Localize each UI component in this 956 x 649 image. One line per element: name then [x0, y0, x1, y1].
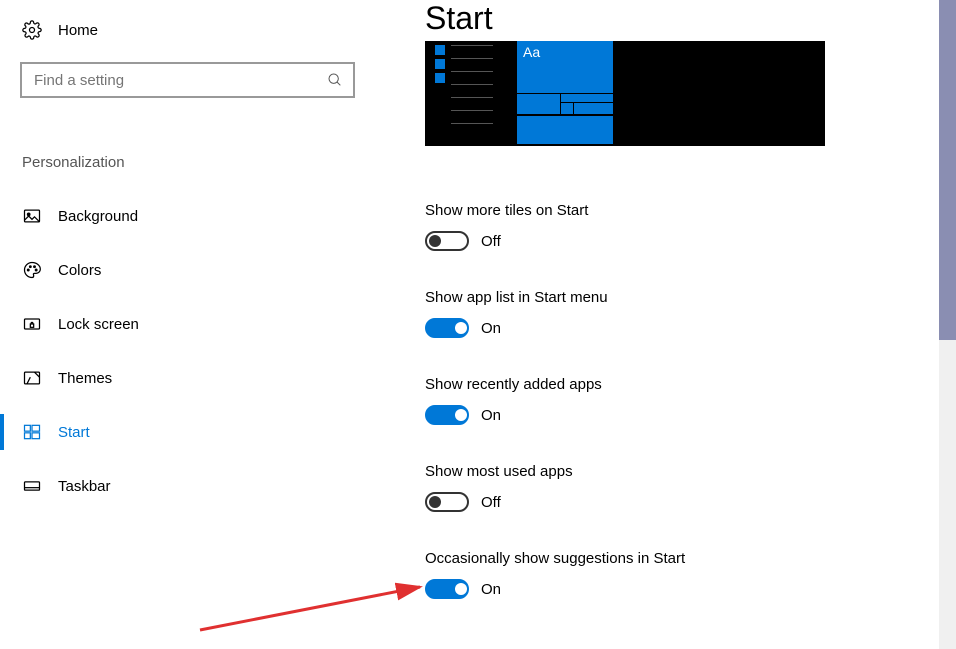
- toggle-state: On: [481, 320, 501, 337]
- setting-suggestions: Occasionally show suggestions in Start O…: [425, 550, 956, 599]
- sidebar-item-label: Start: [58, 424, 90, 441]
- sidebar-item-label: Colors: [58, 262, 101, 279]
- sidebar-item-background[interactable]: Background: [0, 189, 375, 243]
- page-title: Start: [425, 0, 956, 37]
- toggle-most-used[interactable]: [425, 492, 469, 512]
- sidebar-item-label: Background: [58, 208, 138, 225]
- sidebar: Home Personalization Background: [0, 0, 375, 649]
- home-label: Home: [58, 22, 98, 39]
- gear-icon: [20, 18, 44, 42]
- search-input[interactable]: [32, 71, 327, 90]
- palette-icon: [20, 258, 44, 282]
- setting-recently-added: Show recently added apps On: [425, 376, 956, 425]
- scrollbar-track[interactable]: [939, 0, 956, 649]
- section-label: Personalization: [22, 154, 375, 171]
- search-box[interactable]: [20, 62, 355, 98]
- setting-label: Show recently added apps: [425, 376, 956, 393]
- toggle-state: Off: [481, 494, 501, 511]
- setting-most-used: Show most used apps Off: [425, 463, 956, 512]
- toggle-state: Off: [481, 233, 501, 250]
- setting-label: Occasionally show suggestions in Start: [425, 550, 956, 567]
- themes-icon: [20, 366, 44, 390]
- toggle-state: On: [481, 407, 501, 424]
- setting-label: Show most used apps: [425, 463, 956, 480]
- start-preview: Aa: [425, 41, 825, 146]
- sidebar-item-label: Lock screen: [58, 316, 139, 333]
- sidebar-item-taskbar[interactable]: Taskbar: [0, 459, 375, 513]
- setting-label: Show app list in Start menu: [425, 289, 956, 306]
- toggle-suggestions[interactable]: [425, 579, 469, 599]
- setting-label: Show more tiles on Start: [425, 202, 956, 219]
- home-button[interactable]: Home: [0, 10, 375, 50]
- search-icon: [327, 72, 343, 88]
- setting-app-list: Show app list in Start menu On: [425, 289, 956, 338]
- toggle-state: On: [481, 581, 501, 598]
- start-icon: [20, 420, 44, 444]
- toggle-app-list[interactable]: [425, 318, 469, 338]
- picture-icon: [20, 204, 44, 228]
- sidebar-item-start[interactable]: Start: [0, 405, 375, 459]
- preview-aa: Aa: [523, 44, 540, 60]
- main-panel: Start Aa Show more tiles on Start Off: [375, 0, 956, 649]
- scrollbar-thumb[interactable]: [939, 0, 956, 340]
- sidebar-item-label: Taskbar: [58, 478, 111, 495]
- sidebar-item-themes[interactable]: Themes: [0, 351, 375, 405]
- toggle-more-tiles[interactable]: [425, 231, 469, 251]
- sidebar-item-label: Themes: [58, 370, 112, 387]
- taskbar-icon: [20, 474, 44, 498]
- sidebar-item-colors[interactable]: Colors: [0, 243, 375, 297]
- sidebar-item-lockscreen[interactable]: Lock screen: [0, 297, 375, 351]
- toggle-recently-added[interactable]: [425, 405, 469, 425]
- setting-more-tiles: Show more tiles on Start Off: [425, 202, 956, 251]
- lockscreen-icon: [20, 312, 44, 336]
